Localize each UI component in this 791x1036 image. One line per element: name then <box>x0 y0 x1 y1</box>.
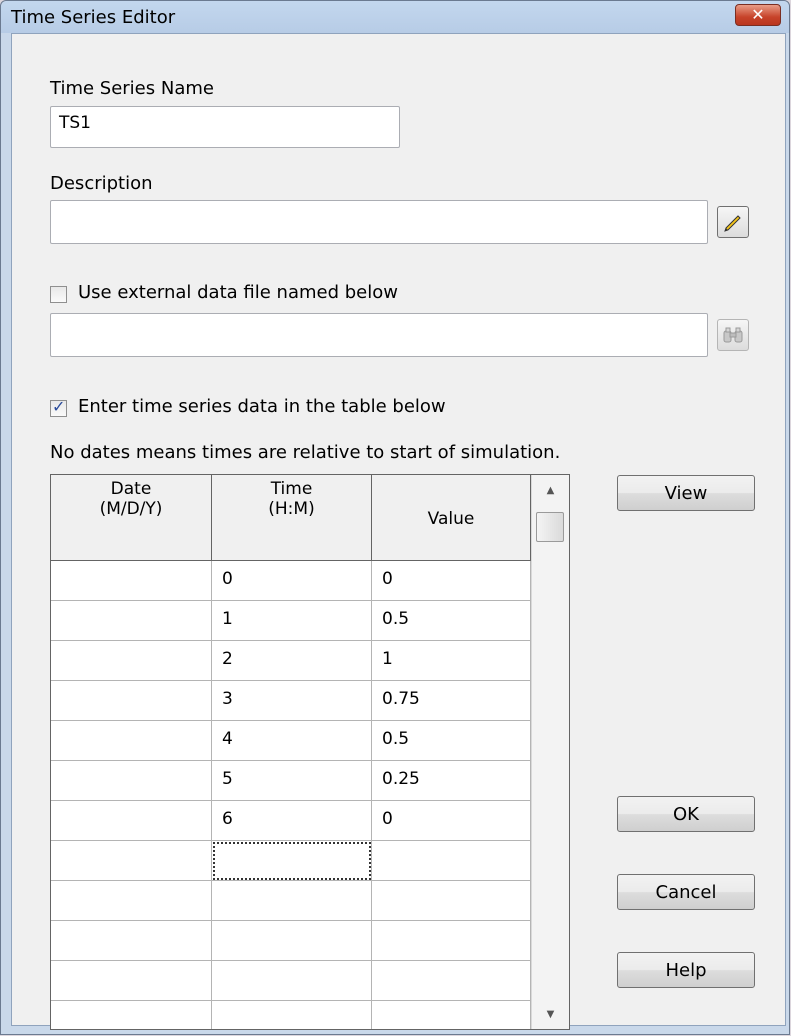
table-cell-time[interactable] <box>212 921 372 961</box>
column-header-time: Time (H:M) <box>212 475 372 560</box>
table-cell-date[interactable] <box>51 801 212 841</box>
description-input[interactable] <box>50 200 708 244</box>
table-cell-date[interactable] <box>51 561 212 601</box>
relative-times-note: No dates means times are relative to sta… <box>50 442 561 463</box>
table-cell-date[interactable] <box>51 1001 212 1029</box>
table-cell-date[interactable] <box>51 921 212 961</box>
table-cell-time[interactable] <box>212 841 372 881</box>
title-bar[interactable]: Time Series Editor ✕ <box>1 1 789 33</box>
table-cell-time[interactable]: 2 <box>212 641 372 681</box>
table-row: 60 <box>51 801 531 841</box>
table-cell-value[interactable] <box>372 881 531 921</box>
table-row <box>51 921 531 961</box>
table-cell-time[interactable] <box>212 881 372 921</box>
time-series-name-input[interactable]: TS1 <box>50 106 400 148</box>
table-cell-value[interactable] <box>372 841 531 881</box>
browse-file-button[interactable] <box>717 319 749 351</box>
table-cell-time[interactable]: 0 <box>212 561 372 601</box>
table-row: 00 <box>51 561 531 601</box>
enter-table-data-label: Enter time series data in the table belo… <box>78 396 446 417</box>
table-cell-value[interactable]: 0.75 <box>372 681 531 721</box>
table-row: 3 0.75 <box>51 681 531 721</box>
table-row <box>51 1001 531 1029</box>
scroll-thumb[interactable] <box>536 512 564 542</box>
table-cell-date[interactable] <box>51 881 212 921</box>
window-title: Time Series Editor <box>11 7 176 28</box>
table-cell-date[interactable] <box>51 761 212 801</box>
table-cell-time[interactable] <box>212 961 372 1001</box>
use-external-file-checkbox[interactable] <box>50 286 67 303</box>
scroll-down-arrow-icon[interactable]: ▼ <box>532 999 569 1029</box>
table-row: 21 <box>51 641 531 681</box>
column-header-date: Date (M/D/Y) <box>51 475 212 560</box>
table-cell-time[interactable]: 4 <box>212 721 372 761</box>
pencil-icon <box>724 215 741 232</box>
table-row <box>51 961 531 1001</box>
table-cell-value[interactable]: 0 <box>372 801 531 841</box>
table-cell-time[interactable] <box>212 1001 372 1029</box>
table-cell-date[interactable] <box>51 721 212 761</box>
table-cell-date[interactable] <box>51 961 212 1001</box>
table-cell-value[interactable]: 0.5 <box>372 601 531 641</box>
table-row: 4 0.5 <box>51 721 531 761</box>
time-series-table[interactable]: Date (M/D/Y) Time (H:M) Value 0 0 1 0.5 2 1 3 0… <box>50 474 570 1030</box>
close-button[interactable]: ✕ <box>735 4 781 26</box>
table-cell-time[interactable]: 3 <box>212 681 372 721</box>
table-cell-date[interactable] <box>51 681 212 721</box>
table-cell-date[interactable] <box>51 641 212 681</box>
table-row <box>51 841 531 881</box>
table-row: 5 0.25 <box>51 761 531 801</box>
cancel-button[interactable]: Cancel <box>617 874 755 910</box>
dialog-body: Time Series Name TS1 Description Use ext… <box>11 33 786 1030</box>
table-cell-value[interactable] <box>372 961 531 1001</box>
table-cell-time[interactable]: 6 <box>212 801 372 841</box>
ok-button[interactable]: OK <box>617 796 755 832</box>
table-cell-value[interactable] <box>372 921 531 961</box>
help-button[interactable]: Help <box>617 952 755 988</box>
view-button[interactable]: View <box>617 475 755 511</box>
table-cell-date[interactable] <box>51 841 212 881</box>
external-file-input[interactable] <box>50 313 708 357</box>
table-row: 1 0.5 <box>51 601 531 641</box>
table-cell-value[interactable]: 0 <box>372 561 531 601</box>
binoculars-icon <box>723 327 743 343</box>
name-label: Time Series Name <box>50 78 214 99</box>
use-external-file-label: Use external data file named below <box>78 282 398 303</box>
table-cell-value[interactable]: 1 <box>372 641 531 681</box>
table-cell-value[interactable]: 0.5 <box>372 721 531 761</box>
table-cell-value[interactable]: 0.25 <box>372 761 531 801</box>
table-cell-time[interactable]: 1 <box>212 601 372 641</box>
table-cell-date[interactable] <box>51 601 212 641</box>
edit-description-button[interactable] <box>717 206 749 238</box>
table-vertical-scrollbar[interactable]: ▲ ▼ <box>531 475 569 1029</box>
table-row <box>51 881 531 921</box>
scroll-up-arrow-icon[interactable]: ▲ <box>532 475 569 505</box>
table-cell-value[interactable] <box>372 1001 531 1029</box>
column-header-value: Value <box>372 475 531 560</box>
time-series-editor-window: Time Series Editor ✕ Time Series Name TS… <box>0 0 790 1035</box>
description-label: Description <box>50 173 153 194</box>
table-cell-time[interactable]: 5 <box>212 761 372 801</box>
enter-table-data-checkbox[interactable] <box>50 397 67 417</box>
table-header: Date (M/D/Y) Time (H:M) Value <box>51 475 531 561</box>
